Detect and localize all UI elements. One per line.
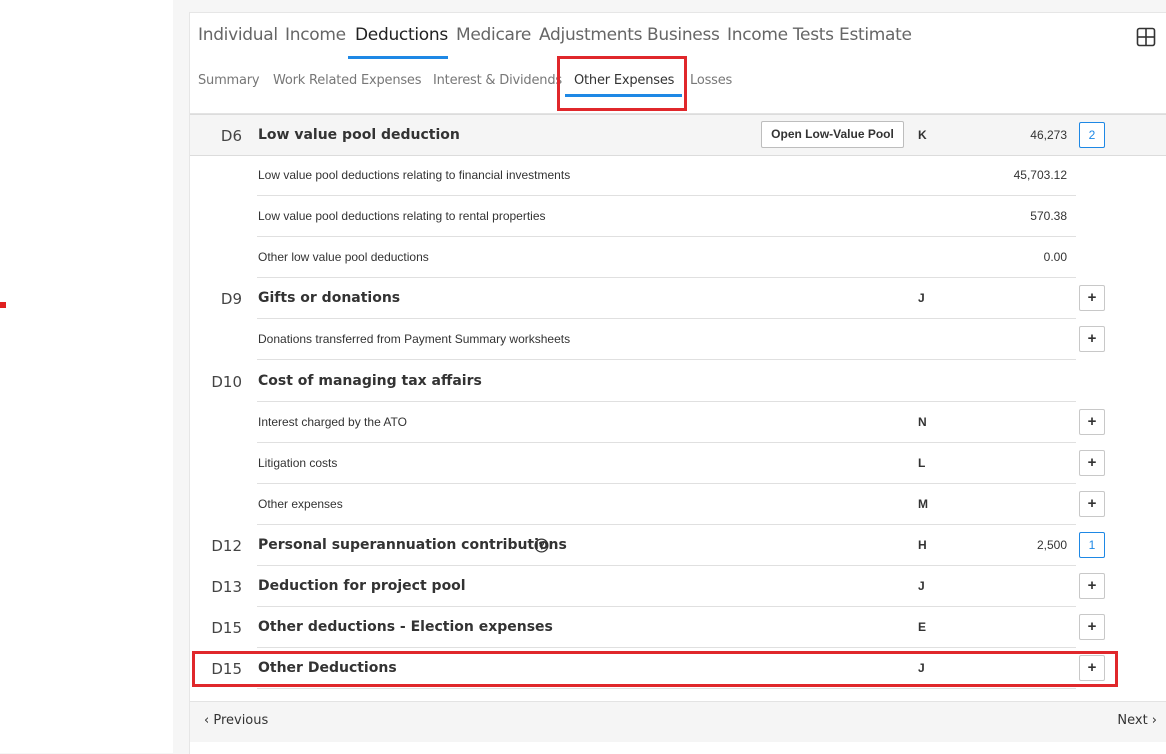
add-button[interactable]: +: [1079, 614, 1105, 640]
grid-view-icon[interactable]: [1136, 27, 1156, 47]
row-label: Cost of managing tax affairs: [258, 373, 482, 389]
add-button[interactable]: +: [1079, 450, 1105, 476]
tab-adjustments[interactable]: Adjustments: [539, 25, 642, 45]
row-code: D6: [220, 127, 242, 145]
subtab-work-related-expenses[interactable]: Work Related Expenses: [273, 73, 421, 88]
help-icon[interactable]: [534, 538, 549, 553]
row-value: 46,273: [1030, 128, 1067, 142]
row-d10-managing-tax: D10 Cost of managing tax affairs: [190, 360, 1166, 402]
row-label: Other expenses: [258, 497, 343, 511]
row-d10-litigation: Litigation costs L +: [190, 443, 1166, 484]
tab-income[interactable]: Income: [285, 25, 346, 45]
row-letter: J: [918, 661, 925, 675]
row-letter: J: [918, 579, 925, 593]
row-d10-ato-interest: Interest charged by the ATO N +: [190, 402, 1166, 443]
row-label: Litigation costs: [258, 456, 338, 470]
deductions-card: Individual Income Deductions Medicare Ad…: [189, 12, 1166, 754]
row-letter: N: [918, 415, 927, 429]
active-tab-indicator: [348, 56, 448, 59]
row-label: Low value pool deductions relating to re…: [258, 209, 546, 223]
row-label: Low value pool deductions relating to fi…: [258, 168, 571, 182]
row-d6-financial-investments: Low value pool deductions relating to fi…: [190, 155, 1166, 196]
row-label: Low value pool deduction: [258, 127, 460, 143]
row-code: D13: [211, 578, 242, 596]
row-letter: M: [918, 497, 928, 511]
row-label: Gifts or donations: [258, 290, 401, 306]
add-button[interactable]: +: [1079, 409, 1105, 435]
row-label: Donations transferred from Payment Summa…: [258, 332, 571, 346]
row-code: D15: [211, 660, 242, 678]
row-letter: K: [918, 128, 927, 142]
subtab-losses[interactable]: Losses: [690, 73, 732, 88]
row-d9-gifts: D9 Gifts or donations J +: [190, 278, 1166, 319]
row-letter: H: [918, 538, 927, 552]
red-marker: [0, 302, 6, 308]
row-d15-other-deductions: D15 Other Deductions J +: [190, 648, 1166, 689]
row-d15-election-expenses: D15 Other deductions - Election expenses…: [190, 607, 1166, 648]
row-label: Other deductions - Election expenses: [258, 619, 553, 635]
row-d13-project-pool: D13 Deduction for project pool J +: [190, 566, 1166, 607]
subtab-interest-dividends[interactable]: Interest & Dividends: [433, 73, 562, 88]
row-d12-super: D12 Personal superannuation contribution…: [190, 525, 1166, 566]
row-letter: E: [918, 620, 927, 634]
row-d6-other: Other low value pool deductions 0.00: [190, 237, 1166, 278]
row-code: D10: [211, 373, 242, 391]
add-button[interactable]: +: [1079, 573, 1105, 599]
tab-individual[interactable]: Individual: [198, 25, 278, 45]
active-subtab-indicator: [565, 94, 682, 97]
row-value: 0.00: [1043, 250, 1067, 264]
open-low-value-pool-button[interactable]: Open Low-Value Pool: [761, 121, 904, 148]
tab-estimate[interactable]: Estimate: [839, 25, 912, 45]
row-label: Other Deductions: [258, 660, 397, 676]
row-d9-payment-summary: Donations transferred from Payment Summa…: [190, 319, 1166, 360]
subtab-other-expenses[interactable]: Other Expenses: [574, 73, 674, 88]
row-d6-rental-properties: Low value pool deductions relating to re…: [190, 196, 1166, 237]
row-label: Personal superannuation contributions: [258, 537, 567, 553]
row-divider: [257, 688, 1076, 689]
tab-business[interactable]: Business: [647, 25, 720, 45]
add-button[interactable]: +: [1079, 491, 1105, 517]
row-d10-other-expenses: Other expenses M +: [190, 484, 1166, 525]
row-code: D15: [211, 619, 242, 637]
row-value: 45,703.12: [1013, 168, 1067, 182]
worksheet-count-button[interactable]: 1: [1079, 532, 1105, 558]
row-value: 570.38: [1030, 209, 1067, 223]
row-d6-low-value-pool: D6 Low value pool deduction Open Low-Val…: [190, 114, 1166, 156]
row-code: D9: [220, 290, 242, 308]
left-panel: [0, 0, 173, 753]
add-button[interactable]: +: [1079, 655, 1105, 681]
subtab-summary[interactable]: Summary: [198, 73, 260, 88]
worksheet-count-button[interactable]: 2: [1079, 122, 1105, 148]
main-tabs: Individual Income Deductions Medicare Ad…: [190, 13, 1166, 61]
footer-nav: ‹ Previous Next ›: [190, 701, 1166, 742]
row-label: Other low value pool deductions: [258, 250, 429, 264]
row-label: Deduction for project pool: [258, 578, 466, 594]
next-button[interactable]: Next ›: [1117, 713, 1157, 728]
tab-deductions[interactable]: Deductions: [355, 25, 448, 45]
row-label: Interest charged by the ATO: [258, 415, 407, 429]
add-button[interactable]: +: [1079, 285, 1105, 311]
tab-medicare[interactable]: Medicare: [456, 25, 531, 45]
tab-income-tests[interactable]: Income Tests: [727, 25, 834, 45]
row-letter: J: [918, 291, 925, 305]
add-button[interactable]: +: [1079, 326, 1105, 352]
row-code: D12: [211, 537, 242, 555]
previous-button[interactable]: ‹ Previous: [204, 713, 268, 728]
row-value: 2,500: [1036, 538, 1067, 552]
row-letter: L: [918, 456, 926, 470]
